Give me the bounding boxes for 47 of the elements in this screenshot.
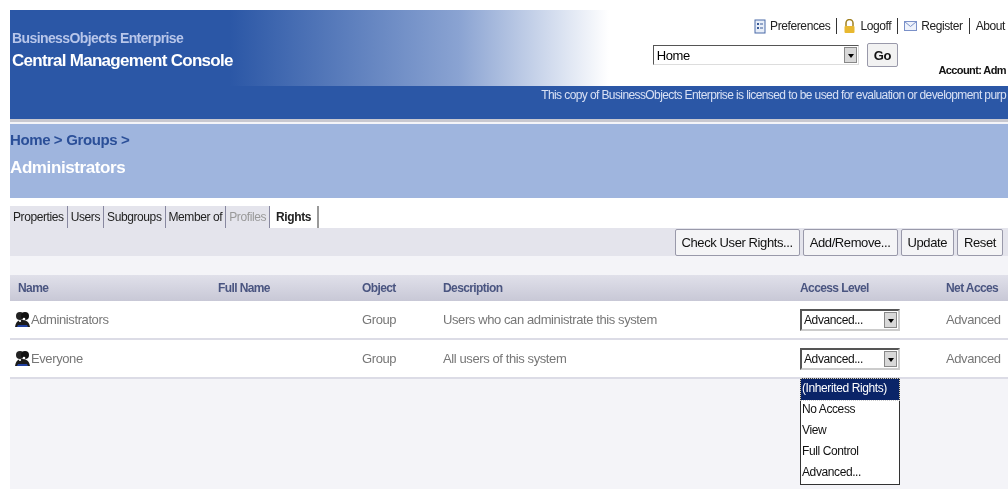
go-button[interactable]: Go	[866, 43, 898, 67]
document-icon	[754, 18, 767, 34]
envelope-icon	[904, 21, 918, 31]
product-name: BusinessObjects Enterprise	[12, 30, 185, 46]
navigation-dropdown[interactable]: Home	[652, 45, 859, 65]
padlock-icon	[843, 18, 857, 34]
tab[interactable]: Subgroups	[104, 206, 166, 228]
license-notice: This copy of BusinessObjects Enterprise is licensed to be used for evaluation or development purp	[541, 88, 1006, 102]
dropdown-option[interactable]: Advanced...	[801, 462, 899, 484]
dropdown-option[interactable]: (Inherited Rights)	[801, 378, 899, 400]
dropdown-option[interactable]: View	[801, 420, 899, 442]
access-level-dropdown[interactable]: Advanced...	[800, 347, 900, 370]
breadcrumb-link[interactable]: Groups >	[66, 131, 130, 148]
column-header: Full Name	[218, 281, 271, 295]
page-title: Administrators	[10, 158, 127, 178]
group-icon	[15, 350, 30, 367]
tab[interactable]: Properties	[10, 206, 68, 228]
header-link[interactable]: About	[975, 19, 1005, 33]
table-cell: Advanced	[946, 312, 1001, 327]
access-level-dropdown[interactable]: Advanced...	[800, 308, 900, 331]
toolbar-button[interactable]: Add/Remove...	[802, 228, 898, 256]
table-cell: All users of this system	[443, 351, 567, 366]
table-cell: Everyone	[31, 351, 83, 366]
app-title: Central Management Console	[12, 51, 233, 71]
breadcrumb-link[interactable]: Home >	[10, 131, 63, 148]
header-link[interactable]: Register	[904, 19, 963, 33]
account-label: Account: Adm	[938, 64, 1006, 76]
toolbar-button[interactable]: Update	[900, 228, 955, 256]
tab[interactable]: Users	[67, 206, 105, 228]
column-header: Description	[443, 281, 504, 295]
table-cell: Group	[362, 351, 397, 366]
column-header: Access Level	[800, 281, 870, 295]
table-cell: Users who can administrate this system	[443, 312, 657, 327]
header-link[interactable]: Logoff	[843, 18, 892, 34]
column-header: Net Acces	[946, 281, 1000, 295]
toolbar-button[interactable]: Check User Rights...	[674, 228, 800, 256]
column-header: Name	[18, 281, 50, 295]
dropdown-option[interactable]: No Access	[801, 399, 899, 421]
column-header: Object	[362, 281, 397, 295]
table-cell: Administrators	[31, 312, 109, 327]
toolbar-button[interactable]: Reset	[957, 228, 1003, 256]
group-icon	[15, 311, 30, 328]
tab[interactable]: Member of	[165, 206, 227, 228]
table-cell: Advanced	[946, 351, 1001, 366]
table-cell: Group	[362, 312, 397, 327]
dropdown-option[interactable]: Full Control	[801, 441, 899, 463]
header-link[interactable]: Preferences	[754, 18, 831, 34]
